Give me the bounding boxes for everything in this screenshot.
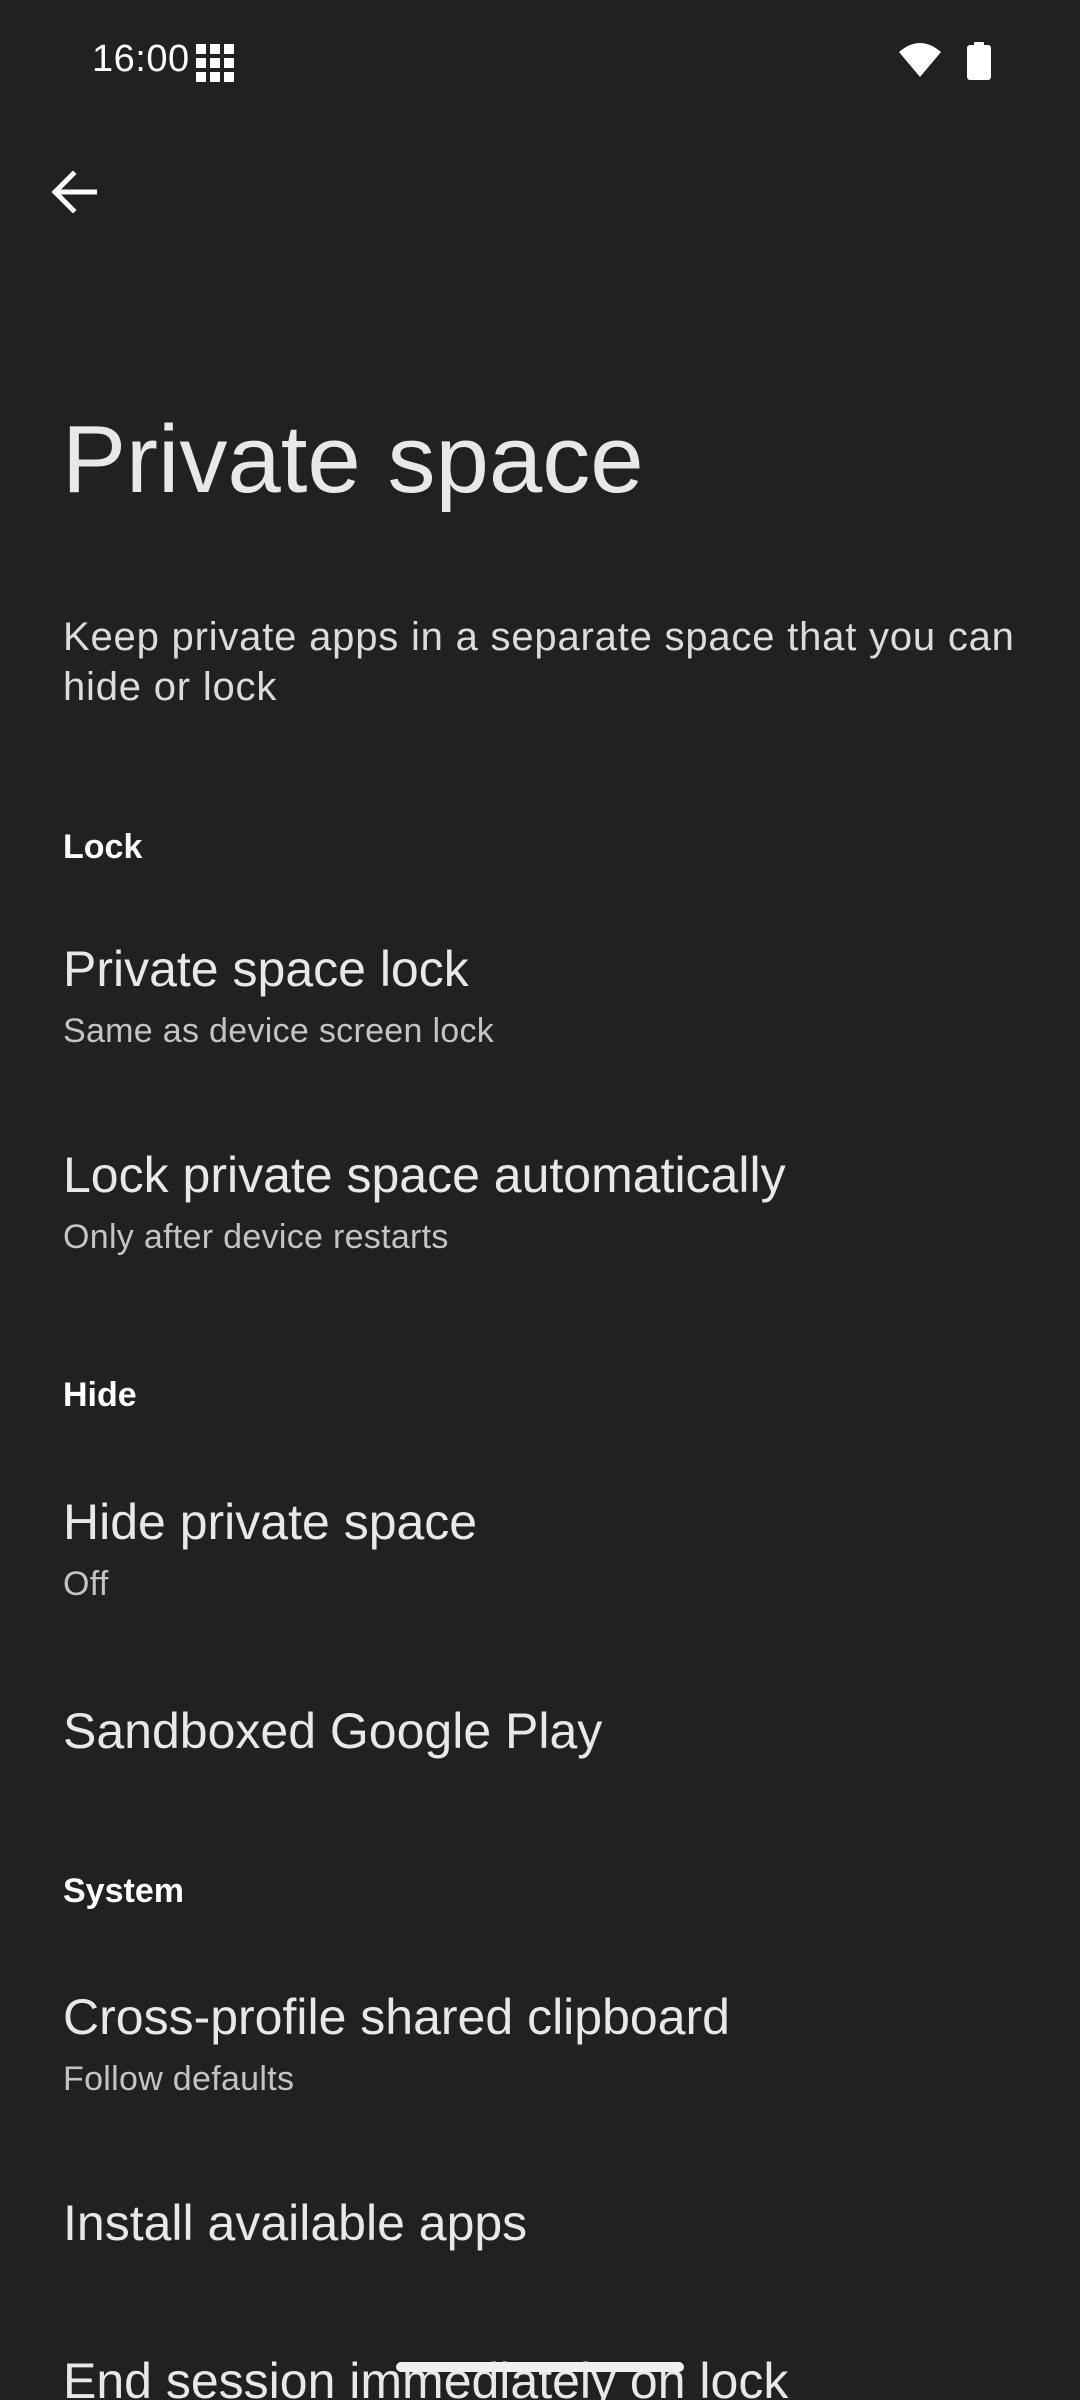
cross-profile-clipboard-item[interactable]: Cross-profile shared clipboard Follow de… [0,1958,1080,2138]
back-button[interactable] [34,152,114,232]
section-header-hide: Hide [63,1376,137,1414]
pref-title: Install available apps [63,2195,528,2251]
install-available-apps-item[interactable]: Install available apps [0,2164,1080,2314]
page-title: Private space [62,406,644,513]
pref-title: End session immediately on lock [63,2353,789,2400]
sandboxed-google-play-item[interactable]: Sandboxed Google Play [0,1672,1080,1822]
pref-summary: Same as device screen lock [63,1012,495,1050]
pref-title: Sandboxed Google Play [63,1703,603,1759]
arrow-left-icon [51,171,97,213]
wifi-icon [899,43,941,77]
private-space-lock-item[interactable]: Private space lock Same as device screen… [0,910,1080,1090]
lock-automatically-item[interactable]: Lock private space automatically Only af… [0,1116,1080,1296]
pref-title: Cross-profile shared clipboard [63,1989,730,2045]
pref-title: Hide private space [63,1494,478,1550]
section-header-system: System [63,1872,184,1910]
pref-title: Private space lock [63,941,469,997]
page-description: Keep private apps in a separate space th… [63,615,1015,709]
battery-icon [967,42,991,80]
pref-summary: Only after device restarts [63,1218,449,1256]
section-header-lock: Lock [63,828,143,866]
pref-title: Lock private space automatically [63,1147,786,1203]
hide-private-space-item[interactable]: Hide private space Off [0,1463,1080,1643]
pref-summary: Off [63,1565,109,1603]
status-time: 16:00 [92,38,190,80]
pref-summary: Follow defaults [63,2060,295,2098]
status-bar: 16:00 [0,0,1080,120]
grid-icon [196,44,234,82]
gesture-nav-handle[interactable] [396,2362,684,2372]
